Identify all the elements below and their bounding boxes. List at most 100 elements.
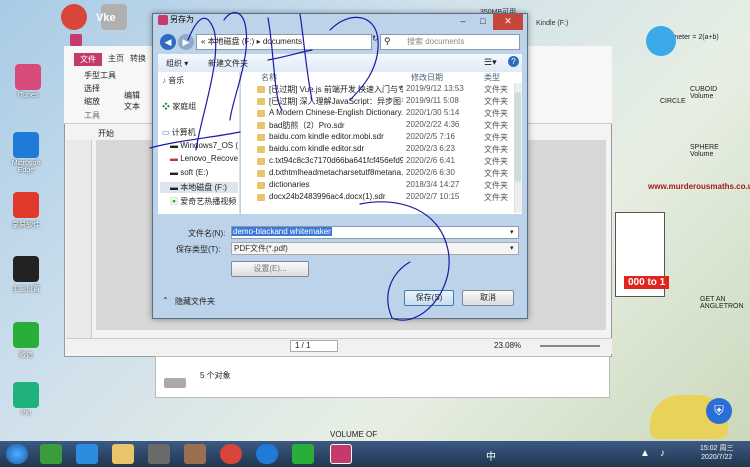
desktop-icon-recorder[interactable]: 录屏软件 [4, 192, 48, 230]
column-date[interactable]: 修改日期 [411, 72, 443, 83]
path-drive[interactable]: 本地磁盘 (F:) [208, 37, 255, 46]
maximize-button[interactable]: □ [473, 14, 493, 30]
scrollbar-thumb[interactable] [515, 92, 521, 182]
file-row[interactable]: baidu.com kindle editor.mobi.sdr 2020/2/5… [241, 132, 509, 143]
nav-item-computer[interactable]: ▭ 计算机 [162, 127, 196, 138]
file-date: 2018/3/4 14:27 [406, 180, 460, 189]
file-name: dictionaries [269, 180, 310, 189]
shield-icon[interactable]: ⛨ [706, 398, 732, 424]
organize-button[interactable]: 组织 ▾ [166, 58, 188, 69]
desktop-icon-theme[interactable]: 主题设置 [4, 256, 48, 294]
computer-icon: ▭ [162, 128, 172, 137]
tray-volume-icon[interactable]: ♪ [660, 448, 665, 459]
file-name: A Modern Chinese-English Dictionary... [269, 108, 403, 117]
forward-button[interactable]: ▶ [178, 34, 194, 50]
search-input[interactable]: 搜索 documents [380, 34, 520, 50]
file-row[interactable]: bad肪煎（2）Pro.sdr 2020/2/22 4:36 文件夹 [241, 120, 509, 131]
dialog-title: 另存为 [170, 15, 194, 24]
hide-folders-icon[interactable]: ⌃ [162, 296, 169, 305]
filename-input[interactable]: demo-blackand whitemaker [231, 226, 519, 239]
close-button[interactable]: ✕ [493, 14, 523, 30]
file-row[interactable]: docx24b2483996ac4.docx(1).sdr 2020/2/7 10… [241, 192, 509, 203]
nav-item-drive-c[interactable]: ▬ Windows7_OS ( [170, 141, 238, 150]
folder-icon [257, 122, 265, 129]
settings-button[interactable]: 设置(E)... [231, 261, 309, 277]
taskbar-chrome-icon[interactable] [220, 444, 242, 464]
taskbar-ie-icon[interactable] [76, 444, 98, 464]
file-row[interactable]: baidu.com kindle editor.sdr 2020/2/3 6:23… [241, 144, 509, 155]
cancel-button[interactable]: 取消 [462, 290, 514, 306]
taskbar-360-icon[interactable] [40, 444, 62, 464]
file-row[interactable]: c.txt94c8c3c7170d66ba641fcf456efd9... 202… [241, 156, 509, 167]
nav-item-drive-d[interactable]: ▬ Lenovo_Recove [170, 154, 238, 163]
help-icon[interactable]: ? [508, 56, 519, 67]
taskbar-media-icon[interactable] [148, 444, 170, 464]
doc-tab[interactable]: 开始 [98, 128, 114, 139]
nav-item-iqiyi[interactable]: ▣ 爱奇艺热播视频 [170, 196, 236, 207]
file-row[interactable]: d.txthtmlheadmetacharsetutf8metana... 202… [241, 168, 509, 179]
math-sphere: SPHERE Volume [690, 144, 719, 158]
qq-icon [13, 256, 39, 282]
column-type[interactable]: 类型 [484, 72, 500, 83]
column-name[interactable]: 名称 [261, 72, 277, 83]
zoom-level[interactable]: 23.08% [494, 341, 521, 350]
minimize-button[interactable]: – [453, 14, 473, 30]
desktop-icon-edge[interactable]: Microsoft Edge [4, 132, 48, 174]
folder-icon [257, 170, 265, 177]
path-folder[interactable]: documents [263, 37, 302, 46]
file-row[interactable]: [已过期] 深入理解JavaScript：异步图书... 2019/9/11 5:… [241, 96, 509, 107]
nav-item-drive-e[interactable]: ▬ soft (E:) [170, 168, 208, 177]
side-panel [66, 140, 92, 354]
taskbar-pdf-icon[interactable] [330, 444, 352, 464]
tray-ime-text[interactable]: 中 [486, 448, 496, 463]
filetype-dropdown-icon[interactable]: ▾ [510, 244, 514, 252]
filename-label: 文件名(N): [188, 229, 226, 238]
tab-convert[interactable]: 转换 [130, 53, 146, 64]
hand-tool-button[interactable]: 手型工具 [84, 70, 116, 81]
folder-icon [257, 158, 265, 165]
file-name: bad肪煎（2）Pro.sdr [269, 121, 345, 130]
zoom-slider[interactable] [540, 345, 600, 347]
filename-dropdown-icon[interactable]: ▾ [510, 228, 514, 236]
clock[interactable]: 15:02 周三 2020/7/22 [700, 444, 733, 462]
refresh-button[interactable]: ↻ [372, 34, 380, 50]
nav-item-drive-f[interactable]: ▬ 本地磁盘 (F:) [160, 182, 238, 193]
address-bar[interactable]: « 本地磁盘 (F:) ▸ documents [196, 34, 372, 50]
desktop-icon-itunes[interactable]: iTunes [6, 64, 50, 99]
desktop-icon-pin[interactable]: Pin [4, 382, 48, 417]
nav-item-homegroup[interactable]: ❖ 家庭组 [162, 101, 196, 112]
tab-home[interactable]: 主页 [108, 53, 124, 64]
tray-network-icon[interactable]: ▲ [640, 448, 650, 459]
filetype-select[interactable]: PDF文件(*.pdf) [231, 242, 519, 255]
file-date: 2020/1/30 5:14 [406, 108, 460, 117]
desktop-icon-wechat[interactable]: 微信 [4, 322, 48, 360]
view-options-icon[interactable]: ☰▾ [484, 57, 497, 68]
chat-avatar[interactable] [646, 26, 676, 56]
file-row[interactable]: dictionaries 2018/3/4 14:27 文件夹 [241, 180, 509, 191]
taskbar-app-icon[interactable] [184, 444, 206, 464]
select-tool-button[interactable]: 选择 [84, 83, 100, 94]
chrome-icon [61, 4, 87, 30]
save-button[interactable]: 保存(S) [404, 290, 454, 306]
taskbar-folder-icon[interactable] [112, 444, 134, 464]
vke-label: Vke [96, 12, 116, 24]
volume-text: VOLUME OF [330, 430, 378, 439]
folder-icon [257, 182, 265, 189]
tools-group-label: 工具 [84, 111, 100, 120]
nav-item-music[interactable]: ♪ 音乐 [162, 75, 184, 86]
desktop-icon-chrome[interactable] [52, 4, 96, 32]
back-button[interactable]: ◀ [160, 34, 176, 50]
taskbar-iqiyi-icon[interactable] [292, 444, 314, 464]
page-indicator[interactable]: 1 / 1 [290, 340, 338, 352]
file-date: 2020/2/7 10:15 [406, 192, 460, 201]
zoom-tool-button[interactable]: 缩放 [84, 96, 100, 107]
edit-text-button[interactable]: 编辑文本 [124, 90, 142, 112]
folder-icon [257, 110, 265, 117]
tab-file[interactable]: 文件 [74, 53, 102, 66]
taskbar-edge-icon[interactable] [256, 444, 278, 464]
hide-folders-toggle[interactable]: 隐藏文件夹 [175, 296, 215, 307]
start-button[interactable] [6, 444, 28, 464]
file-row[interactable]: A Modern Chinese-English Dictionary... 20… [241, 108, 509, 119]
new-folder-button[interactable]: 新建文件夹 [208, 58, 248, 69]
file-row[interactable]: [已过期] Vue.js 前端开发 快速入门与专业...2019/9/12 13… [241, 84, 509, 95]
